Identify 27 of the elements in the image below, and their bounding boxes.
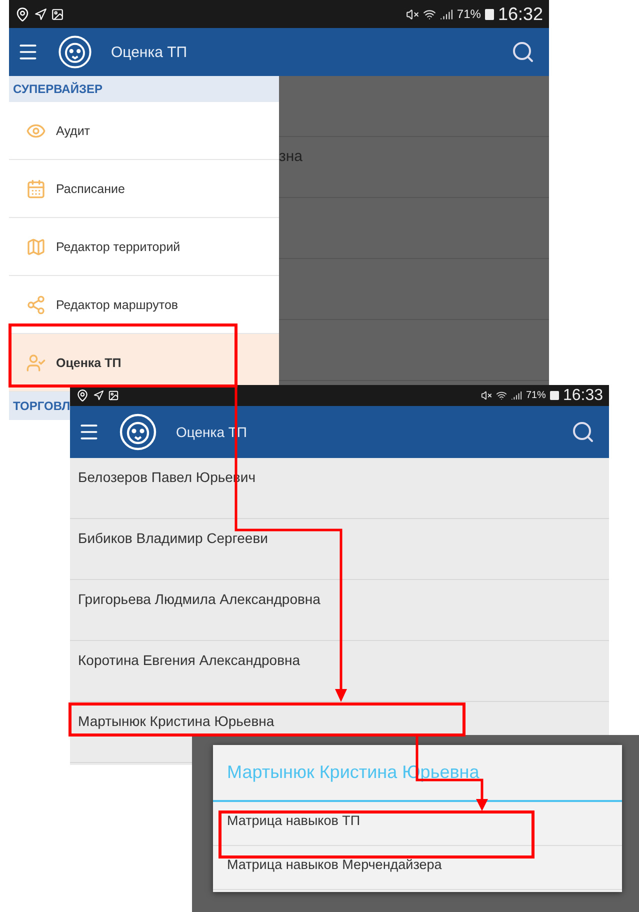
nodes-icon [26, 294, 46, 314]
clock-time: 16:33 [562, 386, 603, 404]
calendar-icon [26, 178, 46, 198]
battery-icon [550, 391, 559, 400]
mute-icon [480, 390, 492, 401]
wifi-icon [496, 390, 507, 401]
battery-percent: 71% [526, 390, 546, 401]
navigation-icon [93, 390, 104, 401]
search-icon[interactable] [571, 420, 595, 444]
mute-icon [406, 8, 419, 20]
location-pin-icon [15, 6, 30, 22]
list-text: зна [279, 148, 303, 165]
search-icon[interactable] [511, 40, 535, 64]
wifi-icon [422, 8, 436, 20]
signal-icon [440, 8, 453, 20]
map-icon [26, 236, 46, 256]
battery-percent: 71% [456, 7, 481, 21]
clock-time: 16:32 [498, 4, 543, 24]
dialog-option[interactable]: Матрица навыков Мерчендайзера [213, 846, 622, 890]
person-check-icon [26, 352, 46, 372]
location-pin-icon [76, 389, 89, 402]
app-title: Оценка ТП [111, 44, 188, 60]
image-icon [108, 390, 119, 401]
image-icon [51, 8, 64, 20]
section-header: СУПЕРВАЙЗЕР [9, 76, 279, 102]
navigation-icon [34, 8, 47, 20]
battery-icon [484, 8, 494, 20]
